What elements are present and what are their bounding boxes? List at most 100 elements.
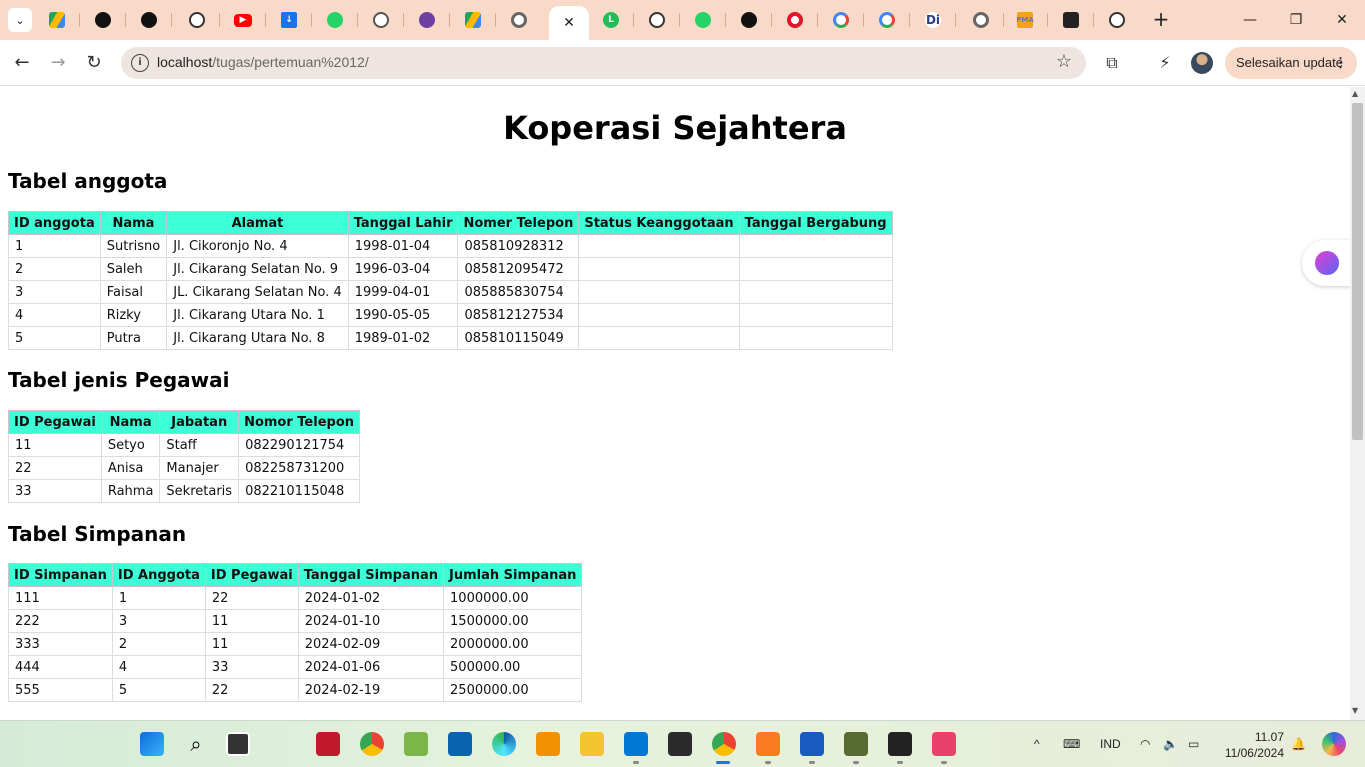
globe-icon	[373, 12, 389, 28]
sublime-text-icon[interactable]	[536, 732, 560, 756]
simpanan-column-header: Tanggal Simpanan	[297, 563, 445, 587]
tab-github-2[interactable]	[126, 6, 172, 34]
windows-start-icon[interactable]	[140, 732, 164, 756]
address-bar[interactable]: i localhost/tugas/pertemuan%2012/ ☆	[121, 47, 1086, 79]
app-winrar-icon[interactable]	[844, 732, 868, 756]
tab-google-drive[interactable]	[34, 6, 80, 34]
tab-chatgpt-3[interactable]	[1094, 6, 1140, 34]
tab-chatgpt-2[interactable]	[634, 6, 680, 34]
performance-icon[interactable]: ⚡	[1154, 52, 1176, 74]
tab-github-1[interactable]	[80, 6, 126, 34]
tab-active-localhost[interactable]: ✕	[549, 6, 589, 40]
bookmark-star-icon[interactable]: ☆	[1056, 51, 1072, 72]
copilot-icon[interactable]	[1322, 732, 1346, 756]
site-info-icon[interactable]: i	[131, 54, 149, 72]
tab-opera[interactable]	[772, 6, 818, 34]
tab-whatsapp-1[interactable]	[312, 6, 358, 34]
tab-whatsapp-2[interactable]	[680, 6, 726, 34]
chrome-taskbar-icon[interactable]	[360, 732, 384, 756]
more-menu-icon[interactable]: ⋮	[1334, 47, 1347, 79]
running-indicator	[633, 761, 639, 764]
tab-google-drive-2[interactable]	[450, 6, 496, 34]
close-tab-icon[interactable]: ✕	[563, 15, 575, 31]
terminal-icon[interactable]	[888, 732, 912, 756]
tab-chatgpt-1[interactable]	[174, 6, 220, 34]
extensions-icon[interactable]: ⧉	[1101, 52, 1123, 74]
language-indicator[interactable]: IND	[1100, 737, 1121, 751]
simpanan-column-header: ID Simpanan	[8, 563, 113, 587]
tab-youtube[interactable]: ▶	[220, 6, 266, 34]
app-s-icon[interactable]	[668, 732, 692, 756]
edge-icon[interactable]	[492, 732, 516, 756]
reload-icon[interactable]: ↻	[81, 50, 107, 76]
pegawai-column-header: Jabatan	[159, 410, 240, 434]
tab-pma[interactable]: PMA	[1002, 6, 1048, 34]
show-hidden-icons-icon[interactable]: ^	[1034, 737, 1040, 751]
back-icon[interactable]: ←	[9, 50, 35, 76]
minimize-icon[interactable]: —	[1238, 8, 1262, 32]
active-indicator	[716, 761, 730, 764]
search-icon[interactable]: ⌕	[184, 732, 208, 756]
table-cell: 1	[111, 586, 206, 610]
update-button[interactable]: Selesaikan update ⋮	[1225, 47, 1357, 79]
tab-site-logo[interactable]	[404, 6, 450, 34]
table-cell	[578, 234, 740, 258]
notification-bell-icon[interactable]: 🔔	[1291, 737, 1306, 751]
keyboard-icon[interactable]: ⌨	[1063, 737, 1080, 751]
mail-icon[interactable]	[448, 732, 472, 756]
table-cell: 2500000.00	[443, 678, 583, 702]
tab-chrome[interactable]	[496, 6, 542, 34]
battery-icon[interactable]: ▭	[1188, 737, 1199, 751]
table-row: 1 Sutrisno Jl. Cikoronjo No. 4 1998-01-04 08…	[8, 234, 893, 258]
download-icon: ↓	[281, 12, 297, 28]
snipping-tool-icon[interactable]	[932, 732, 956, 756]
table-cell: 22	[204, 586, 299, 610]
tab-google-2[interactable]	[864, 6, 910, 34]
tab-google-1[interactable]	[818, 6, 864, 34]
profile-avatar[interactable]	[1191, 52, 1213, 74]
table-cell: JL. Cikarang Selatan No. 4	[166, 280, 349, 304]
task-view-icon[interactable]	[226, 732, 250, 756]
taskbar: ⌕ ^ ⌨ IND ◠ 🔈 ▭ 11.07 11/06/2024 🔔	[0, 720, 1365, 767]
table-cell: 082290121754	[238, 433, 361, 457]
app-red-icon[interactable]	[316, 732, 340, 756]
xampp-icon[interactable]	[756, 732, 780, 756]
tab-search-dropdown-icon[interactable]: ⌄	[8, 8, 32, 32]
tab-chrome-2[interactable]	[958, 6, 1004, 34]
table-cell: 085812095472	[457, 257, 580, 281]
tab-globe[interactable]	[358, 6, 404, 34]
scroll-up-icon[interactable]: ▲	[1352, 89, 1358, 98]
tab-dicoding[interactable]: Di	[910, 6, 956, 34]
close-window-icon[interactable]: ✕	[1330, 8, 1354, 32]
table-cell: 2024-02-09	[297, 632, 445, 656]
chatgpt-icon	[649, 12, 665, 28]
ai-sidebar-button[interactable]	[1302, 240, 1354, 286]
file-explorer-icon[interactable]	[580, 732, 604, 756]
table-row: 22 Anisa Manajer 082258731200	[8, 456, 361, 480]
forward-icon[interactable]: →	[45, 50, 71, 76]
tab-notion[interactable]	[1048, 6, 1094, 34]
new-tab-button[interactable]: +	[1150, 8, 1172, 30]
tab-downloads[interactable]: ↓	[266, 6, 312, 34]
tab-line[interactable]: L	[588, 6, 634, 34]
tab-github-3[interactable]	[726, 6, 772, 34]
wifi-icon[interactable]: ◠	[1140, 737, 1150, 751]
table-cell: 082258731200	[238, 456, 361, 480]
scroll-down-icon[interactable]: ▼	[1352, 706, 1358, 715]
anggota-column-header: Status Keanggotaan	[578, 211, 740, 235]
word-icon[interactable]	[800, 732, 824, 756]
clock[interactable]: 11.07 11/06/2024	[1218, 729, 1284, 761]
vscode-icon[interactable]	[624, 732, 648, 756]
youtube-icon: ▶	[234, 13, 252, 27]
scrollbar-thumb[interactable]	[1352, 103, 1363, 440]
running-indicator	[941, 761, 947, 764]
simpanan-column-header: ID Anggota	[111, 563, 206, 587]
table-row: 4 Rizky Jl. Cikarang Utara No. 1 1990-05-05…	[8, 303, 893, 327]
restore-icon[interactable]: ❐	[1284, 8, 1308, 32]
table-cell: 4	[111, 655, 206, 679]
notepad-icon[interactable]	[404, 732, 428, 756]
url-text[interactable]: localhost/tugas/pertemuan%2012/	[157, 54, 369, 70]
table-cell: 1989-01-02	[347, 326, 459, 350]
chrome-profile-taskbar-icon[interactable]	[712, 732, 736, 756]
volume-icon[interactable]: 🔈	[1163, 737, 1178, 751]
